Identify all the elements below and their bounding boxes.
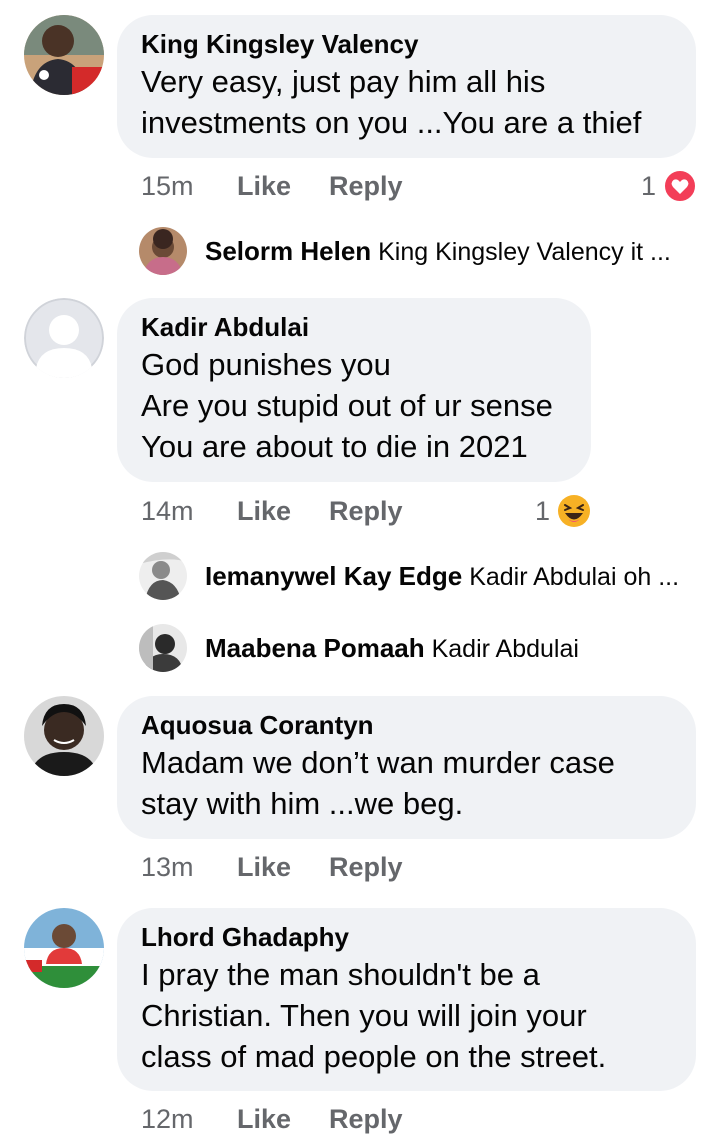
comment-bubble[interactable]: Kadir Abdulai God punishes you Are you s… <box>117 298 591 482</box>
comment-author[interactable]: Aquosua Corantyn <box>141 708 672 742</box>
like-button[interactable]: Like <box>237 1099 291 1139</box>
reply-snippet: Kadir Abdulai oh ... <box>469 563 680 591</box>
avatar[interactable] <box>24 908 104 988</box>
reply-button[interactable]: Reply <box>329 1099 403 1139</box>
reply-button[interactable]: Reply <box>329 166 403 206</box>
haha-reaction-icon <box>557 494 591 528</box>
comment-text-line: stay with him ...we beg. <box>141 786 464 821</box>
reaction-count: 1 <box>535 496 551 526</box>
avatar[interactable] <box>139 227 187 275</box>
like-button[interactable]: Like <box>237 166 291 206</box>
reply-snippet: King Kingsley Valency it ... <box>378 238 671 266</box>
comment-author[interactable]: King Kingsley Valency <box>141 27 672 61</box>
avatar[interactable] <box>24 15 104 95</box>
reply-preview[interactable]: Iemanywel Kay Edge Kadir Abdulai oh ... <box>139 552 699 602</box>
comment-timestamp: 12m <box>141 1104 194 1134</box>
comment-author[interactable]: Lhord Ghadaphy <box>141 920 672 954</box>
love-reaction-icon <box>663 169 697 203</box>
comment-text-line: You are about to die in 2021 <box>141 429 528 464</box>
reply-text: Iemanywel Kay Edge Kadir Abdulai oh ... <box>205 558 685 595</box>
comment-text-line: I pray the man shouldn't be a <box>141 957 540 992</box>
reply-preview[interactable]: Selorm Helen King Kingsley Valency it ..… <box>139 227 699 277</box>
reply-author[interactable]: Maabena Pomaah <box>205 633 425 663</box>
reply-button[interactable]: Reply <box>329 491 403 531</box>
avatar[interactable] <box>139 624 187 672</box>
avatar[interactable] <box>139 552 187 600</box>
reply-text: Maabena Pomaah Kadir Abdulai <box>205 630 685 667</box>
comment-timestamp: 13m <box>141 852 194 882</box>
like-button[interactable]: Like <box>237 491 291 531</box>
comment-timestamp: 15m <box>141 171 194 201</box>
reply-button[interactable]: Reply <box>329 847 403 887</box>
avatar[interactable] <box>24 696 104 776</box>
comment-author[interactable]: Kadir Abdulai <box>141 310 567 344</box>
comment-timestamp: 14m <box>141 496 194 526</box>
avatar[interactable] <box>24 298 104 378</box>
comment-text-line: class of mad people on the street. <box>141 1039 607 1074</box>
reaction-summary[interactable]: 1 <box>535 491 595 531</box>
comment-bubble[interactable]: Aquosua Corantyn Madam we don’t wan murd… <box>117 696 696 839</box>
comment-text-line: investments on you ...You are a thief <box>141 105 642 140</box>
comment-text-line: God punishes you <box>141 347 391 382</box>
reply-preview[interactable]: Maabena Pomaah Kadir Abdulai <box>139 624 699 674</box>
reply-author[interactable]: Selorm Helen <box>205 236 371 266</box>
reply-snippet: Kadir Abdulai <box>431 635 579 663</box>
comment-text-line: Very easy, just pay him all his <box>141 64 546 99</box>
reaction-count: 1 <box>641 171 657 201</box>
reaction-summary[interactable]: 1 <box>641 166 701 206</box>
comment-text-line: Christian. Then you will join your <box>141 998 587 1033</box>
comment-bubble[interactable]: King Kingsley Valency Very easy, just pa… <box>117 15 696 158</box>
comment-text-line: Are you stupid out of ur sense <box>141 388 553 423</box>
comment-bubble[interactable]: Lhord Ghadaphy I pray the man shouldn't … <box>117 908 696 1091</box>
like-button[interactable]: Like <box>237 847 291 887</box>
reply-author[interactable]: Iemanywel Kay Edge <box>205 561 462 591</box>
comment-text-line: Madam we don’t wan murder case <box>141 745 615 780</box>
reply-text: Selorm Helen King Kingsley Valency it ..… <box>205 233 685 270</box>
